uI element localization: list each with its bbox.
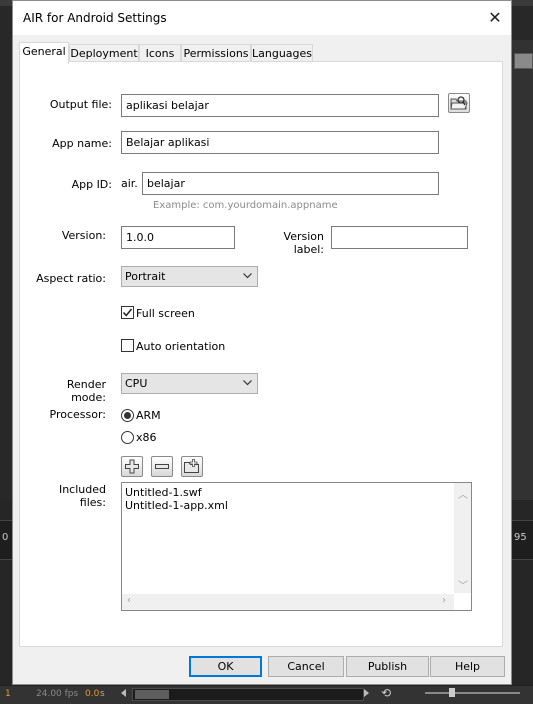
dialog-title: AIR for Android Settings [23, 11, 167, 25]
list-item[interactable]: Untitled-1-app.xml [125, 499, 228, 512]
processor-arm-label[interactable]: ARM [136, 409, 161, 422]
fps-readout[interactable]: 24.00 fps [36, 689, 78, 699]
remove-file-icon [155, 464, 169, 469]
auto-orientation-checkbox[interactable] [121, 339, 134, 352]
included-files-list[interactable]: Untitled-1.swf Untitled-1-app.xml ︿ ﹀ ‹ … [121, 482, 472, 611]
ok-button[interactable]: OK [189, 656, 262, 677]
scroll-up-arrow-icon[interactable]: ︿ [458, 486, 468, 501]
dialog-title-bar[interactable]: AIR for Android Settings ✕ [13, 1, 511, 35]
app-id-example-hint: Example: com.yourdomain.appname [153, 200, 338, 211]
elapsed-time-readout[interactable]: 0.0 [85, 689, 99, 699]
scroll-right-arrow-icon[interactable]: › [442, 595, 446, 606]
processor-label: Processor: [49, 408, 107, 421]
add-file-button[interactable] [121, 456, 143, 477]
scroll-down-arrow-icon[interactable]: ﹀ [458, 577, 468, 592]
aspect-ratio-value: Portrait [125, 270, 166, 283]
timeline-zoom-slider[interactable] [425, 692, 520, 694]
render-mode-value: CPU [125, 377, 148, 390]
background-panel-button[interactable] [514, 53, 533, 69]
list-item[interactable]: Untitled-1.swf [125, 486, 202, 499]
version-field[interactable]: 1.0.0 [121, 226, 235, 249]
timeline-frame-number-right: 95 [514, 532, 527, 543]
time-unit-label: s [100, 689, 105, 699]
auto-orientation-label[interactable]: Auto orientation [136, 340, 225, 353]
background-right-panel [510, 40, 533, 500]
render-mode-dropdown[interactable]: CPU [121, 373, 258, 394]
aspect-ratio-label: Aspect ratio: [36, 272, 106, 285]
radio-selected-dot [124, 412, 131, 419]
add-folder-icon [184, 459, 199, 473]
included-files-label: Included files: [58, 483, 106, 509]
app-id-field[interactable]: belajar [142, 172, 439, 195]
remove-file-button[interactable] [151, 456, 173, 477]
app-id-prefix: air. [121, 177, 138, 190]
cancel-button[interactable]: Cancel [268, 656, 344, 677]
add-folder-button[interactable] [181, 456, 203, 477]
scroll-left-arrow-icon[interactable]: ‹ [127, 595, 131, 606]
full-screen-label[interactable]: Full screen [136, 307, 195, 320]
tab-permissions[interactable]: Permissions [181, 44, 251, 62]
timeline-frame-number-left: 0 [2, 532, 9, 543]
dialog-client-area: General Deployment Icons Permissions Lan… [13, 35, 511, 684]
output-file-field[interactable]: aplikasi belajar [121, 94, 439, 117]
publish-button[interactable]: Publish [346, 656, 429, 677]
included-files-vertical-scrollbar[interactable]: ︿ ﹀ [454, 483, 471, 593]
tab-general[interactable]: General [19, 42, 69, 64]
output-file-label: Output file: [49, 98, 112, 111]
render-mode-label: Render mode: [66, 378, 106, 404]
chevron-down-icon [243, 380, 252, 386]
full-screen-checkbox[interactable] [121, 306, 134, 319]
tab-deployment[interactable]: Deployment [69, 44, 139, 62]
help-button[interactable]: Help [430, 656, 505, 677]
scroll-right-arrow-icon[interactable] [364, 689, 369, 697]
app-id-label: App ID: [71, 178, 112, 191]
tab-languages[interactable]: Languages [251, 44, 313, 62]
aspect-ratio-dropdown[interactable]: Portrait [121, 266, 258, 287]
included-files-horizontal-scrollbar[interactable]: ‹ › [122, 594, 454, 610]
folder-browse-icon [450, 96, 468, 110]
general-tab-panel: Output file: aplikasi belajar App name: … [19, 61, 503, 647]
timeline-horizontal-scrollbar[interactable] [132, 688, 364, 701]
checkmark-icon [122, 308, 133, 317]
version-label: Version: [61, 229, 106, 242]
version-label-field[interactable] [331, 226, 468, 249]
air-android-settings-dialog: AIR for Android Settings ✕ General Deplo… [12, 0, 512, 685]
close-icon[interactable]: ✕ [481, 7, 509, 29]
version-label-label: Version label: [283, 230, 324, 256]
browse-output-button[interactable] [448, 93, 470, 113]
app-name-field[interactable]: Belajar aplikasi [121, 131, 439, 154]
app-name-label: App name: [52, 137, 112, 150]
processor-x86-label[interactable]: x86 [136, 431, 157, 444]
processor-x86-radio[interactable] [121, 431, 134, 444]
processor-arm-radio[interactable] [121, 409, 134, 422]
add-file-icon [125, 459, 139, 474]
scroll-left-arrow-icon[interactable] [121, 689, 126, 697]
tab-icons[interactable]: Icons [139, 44, 181, 62]
scrollbar-thumb[interactable] [135, 690, 169, 699]
zoom-slider-knob[interactable] [449, 688, 455, 697]
chevron-down-icon [243, 273, 252, 279]
current-frame-readout[interactable]: 1 [5, 689, 11, 699]
loop-playback-icon[interactable]: ⟲ [381, 686, 391, 700]
